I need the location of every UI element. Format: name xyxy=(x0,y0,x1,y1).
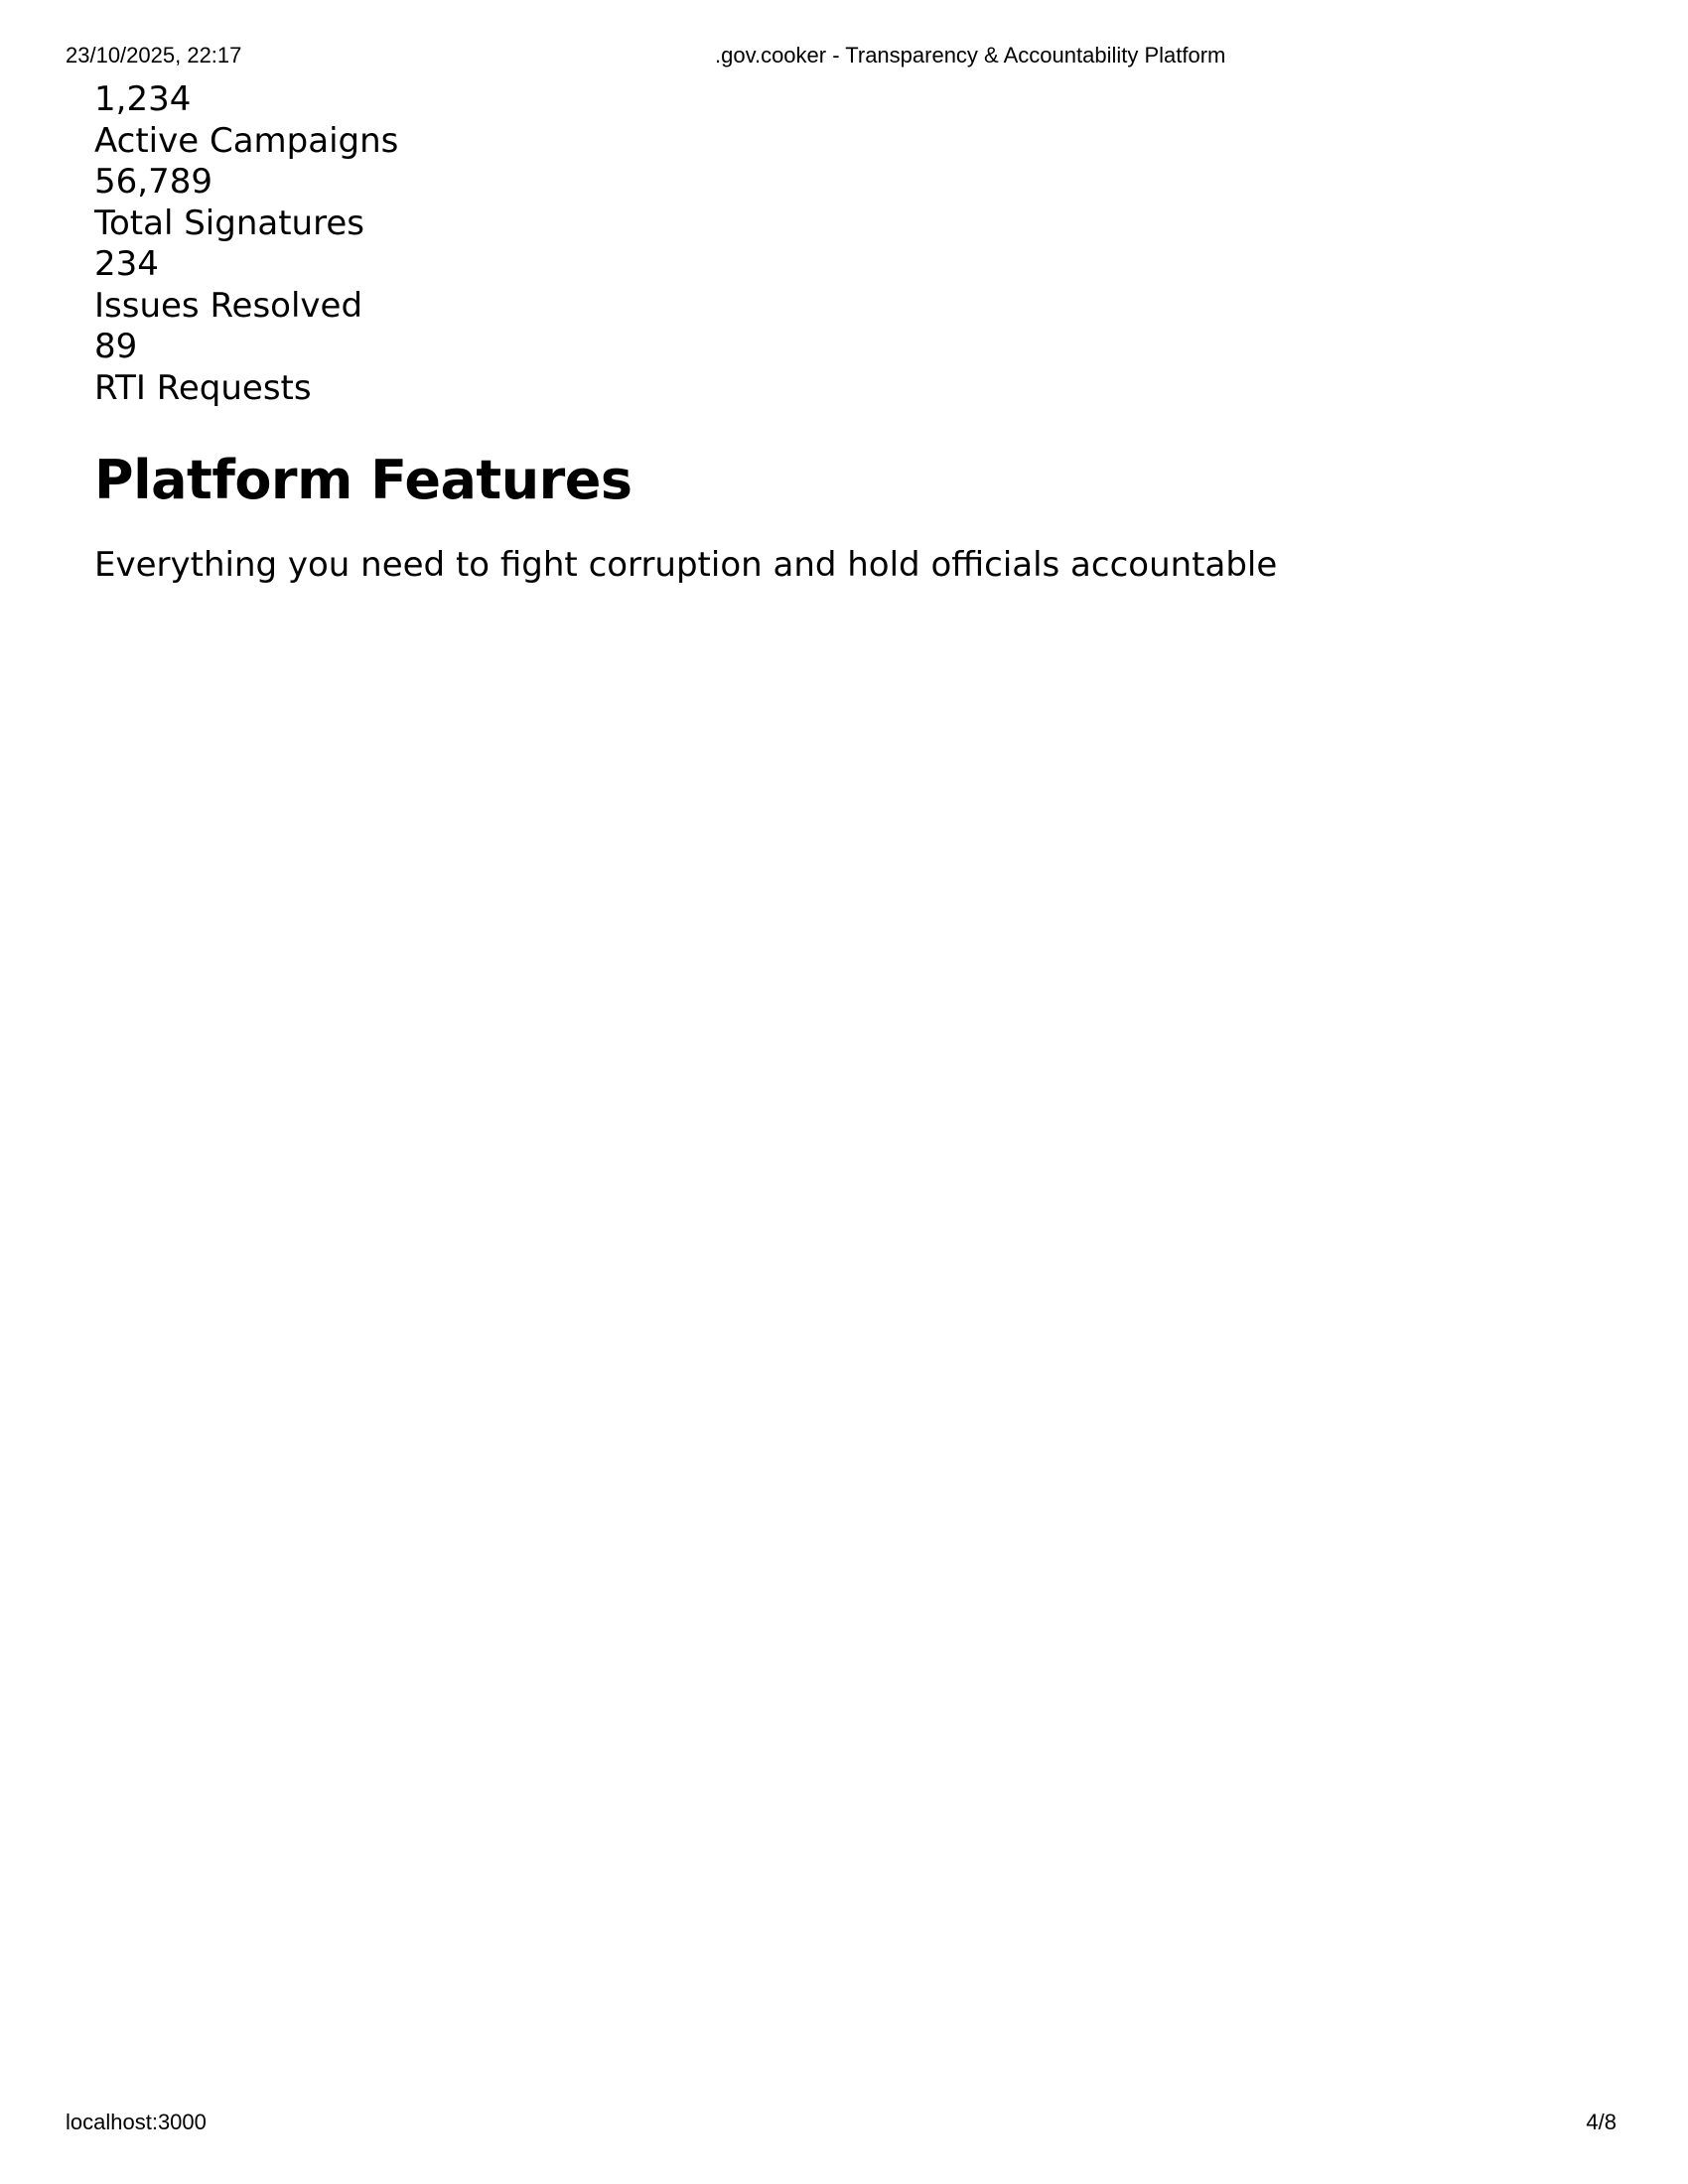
print-footer-url: localhost:3000 xyxy=(66,2110,207,2134)
features-subtitle: Everything you need to fight corruption … xyxy=(94,545,1278,585)
stat-value: 56,789 xyxy=(94,162,212,202)
features-title: Platform Features xyxy=(94,449,633,511)
print-header-datetime: 23/10/2025, 22:17 xyxy=(66,43,242,68)
stat-label: Total Signatures xyxy=(94,203,364,243)
stat-issues-resolved: 234 Issues Resolved xyxy=(94,244,1584,327)
stat-active-campaigns: 1,234 Active Campaigns xyxy=(94,79,1584,162)
stat-value: 89 xyxy=(94,327,138,366)
print-footer-page-number: 4/8 xyxy=(1586,2110,1617,2134)
stat-label: Issues Resolved xyxy=(94,285,363,326)
stat-total-signatures: 56,789 Total Signatures xyxy=(94,162,1584,244)
stats-list: 1,234 Active Campaigns 56,789 Total Sign… xyxy=(94,79,1584,409)
print-header-title: .gov.cooker - Transparency & Accountabil… xyxy=(715,43,1226,68)
page-content: 1,234 Active Campaigns 56,789 Total Sign… xyxy=(94,79,1584,586)
stat-label: Active Campaigns xyxy=(94,120,399,161)
stat-value: 1,234 xyxy=(94,79,192,119)
stat-value: 234 xyxy=(94,244,159,284)
stat-label: RTI Requests xyxy=(94,367,312,408)
stat-rti-requests: 89 RTI Requests xyxy=(94,327,1584,409)
